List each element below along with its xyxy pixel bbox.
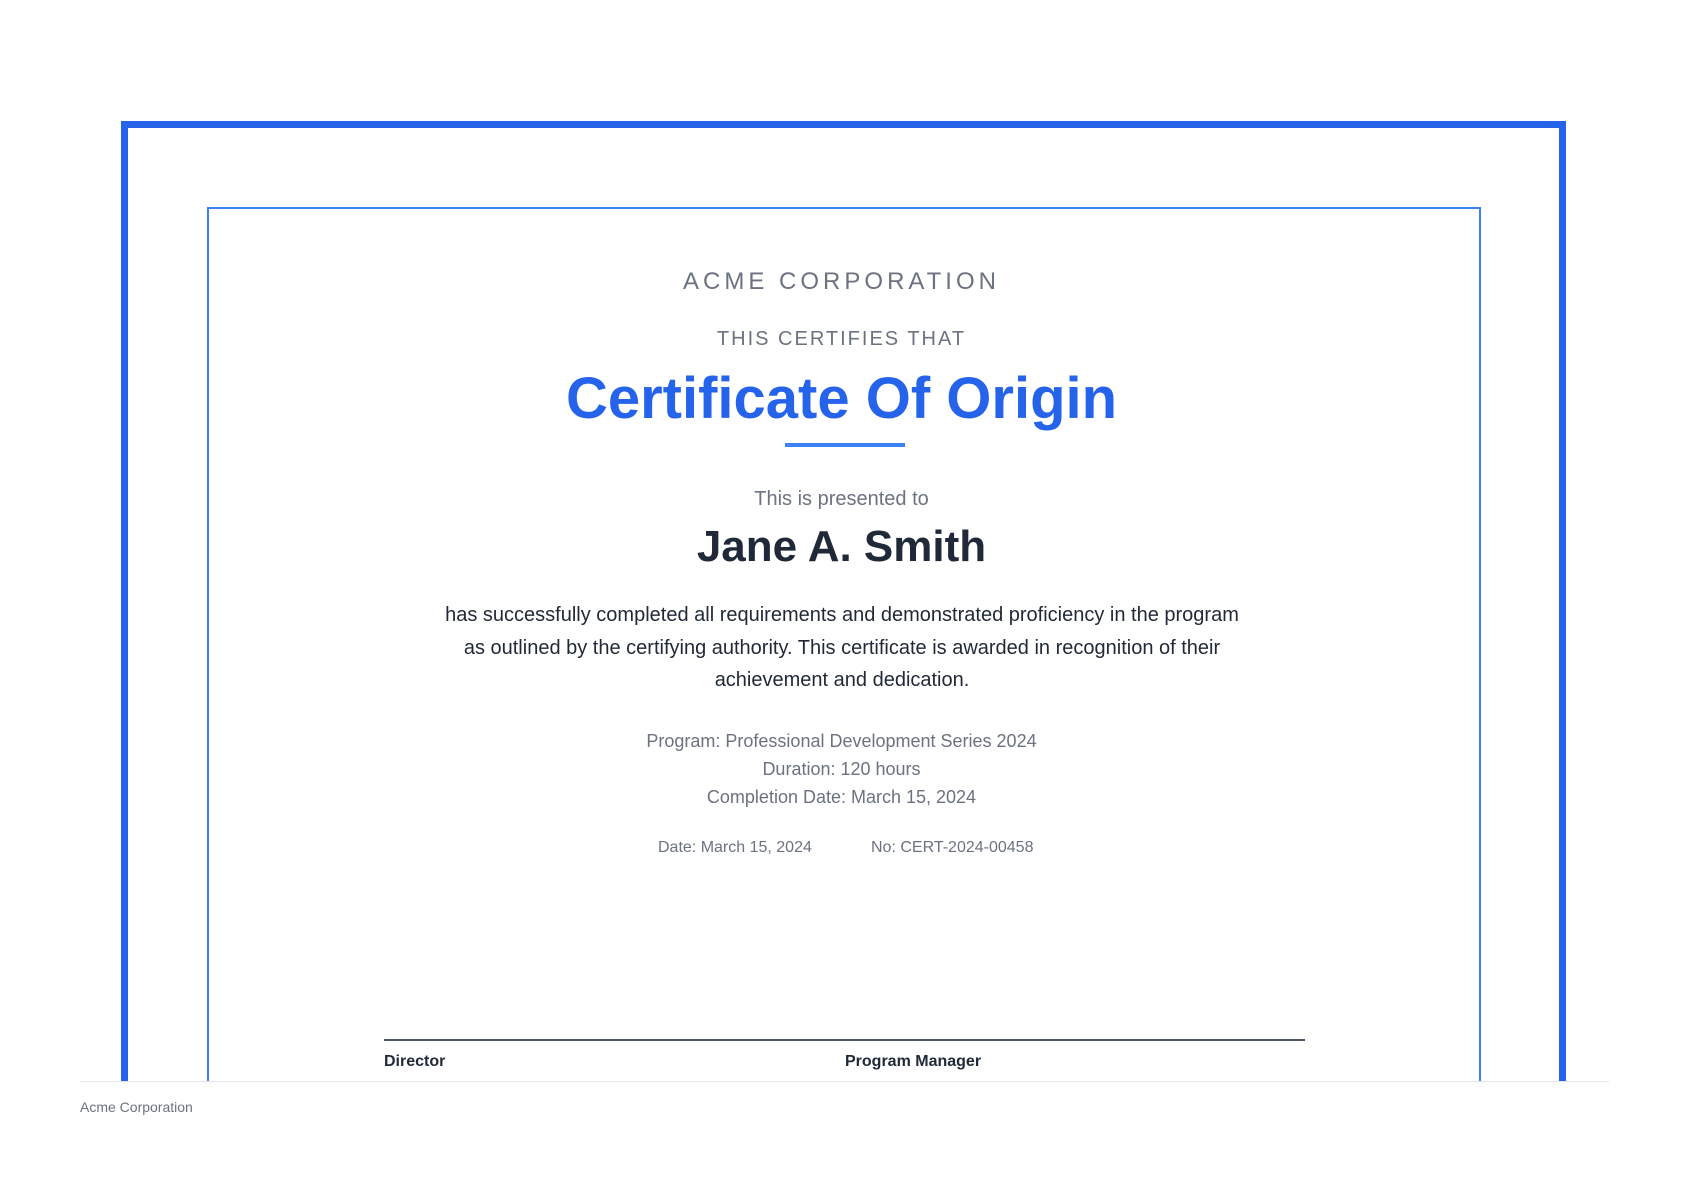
signature-line bbox=[384, 1039, 1305, 1041]
certifies-line: THIS CERTIFIES THAT bbox=[716, 328, 967, 350]
program-detail: Program: Professional Development Series… bbox=[646, 731, 1037, 751]
presented-to-line: This is presented to bbox=[754, 488, 929, 510]
organization-name: ACME CORPORATION bbox=[683, 268, 1000, 295]
certificate-title: Certificate Of Origin bbox=[565, 366, 1118, 431]
footer-divider bbox=[80, 1081, 1609, 1082]
issue-date: Date: March 15, 2024 bbox=[658, 839, 812, 856]
duration-detail: Duration: 120 hours bbox=[762, 759, 921, 779]
recipient-name: Jane A. Smith bbox=[696, 522, 987, 571]
title-underline bbox=[785, 443, 905, 447]
signature-label-director: Director bbox=[384, 1053, 446, 1070]
signature-label-program-manager: Program Manager bbox=[845, 1053, 982, 1070]
completion-date-detail: Completion Date: March 15, 2024 bbox=[706, 787, 977, 807]
certificate-body-text: has successfully completed all requireme… bbox=[445, 604, 1239, 691]
footer-company-name: Acme Corporation bbox=[80, 1099, 193, 1115]
certificate-number: No: CERT-2024-00458 bbox=[871, 839, 1034, 856]
